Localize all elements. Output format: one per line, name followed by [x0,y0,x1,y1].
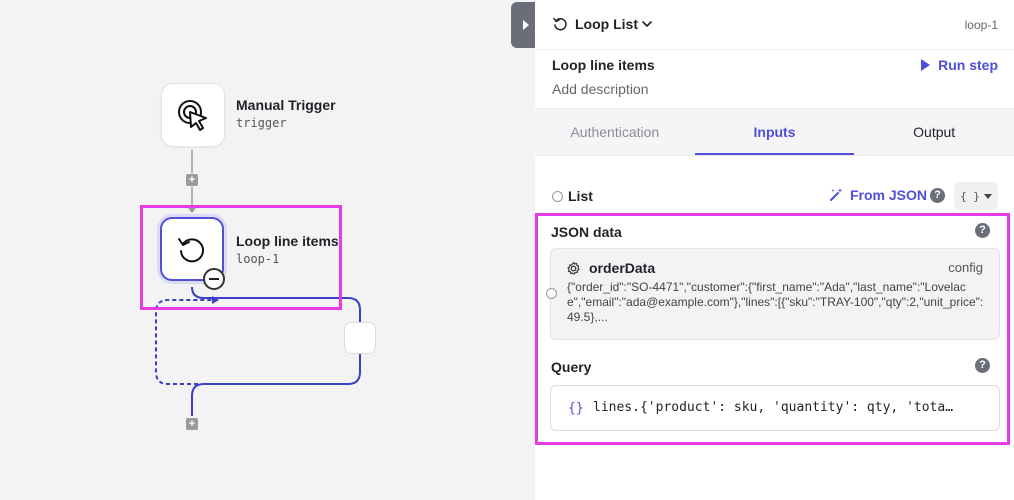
edge-arrowhead [188,208,196,213]
caret-down-icon [983,193,992,199]
loop-icon [553,17,567,31]
chevron-down-icon[interactable] [641,18,653,30]
list-label: List [568,188,593,204]
braces-icon: { } [960,189,980,203]
from-json-label: From JSON [850,187,928,203]
add-step-button[interactable]: + [186,418,198,430]
tab-output[interactable]: Output [854,109,1014,155]
run-step-button[interactable]: Run step [921,57,998,73]
node-title: Loop line items [236,233,339,249]
json-value-preview: {"order_id":"SO-4471","customer":{"first… [567,280,984,324]
list-radio[interactable] [552,191,563,202]
query-label: Query [551,359,592,375]
node-title: Manual Trigger [236,97,336,113]
node-subtitle: loop-1 [236,252,280,266]
query-value: lines.{'product': sku, 'quantity': qty, … [593,400,954,415]
braces-icon: {} [568,401,584,416]
variable-name: orderData [589,260,656,276]
variable-source: config [948,260,983,275]
panel-tabs: Authentication Inputs Output [535,108,1014,156]
json-data-label: JSON data [551,224,622,240]
workflow-canvas[interactable]: Manual Trigger trigger + Loop line items… [0,0,535,500]
run-step-label: Run step [938,57,998,73]
play-icon [921,59,931,71]
json-data-radio[interactable] [546,288,557,299]
step-config-panel: Loop List loop-1 Loop line items Add des… [535,0,1014,500]
description-field[interactable]: Add description [552,81,649,97]
manual-trigger-node[interactable] [161,83,225,147]
from-json-button[interactable]: From JSON [828,187,927,203]
panel-header: Loop List loop-1 [535,0,1014,50]
step-type-title[interactable]: Loop List [575,16,638,32]
help-icon[interactable]: ? [975,223,990,238]
remove-node-button[interactable] [203,268,225,290]
format-dropdown[interactable]: { } [954,182,998,210]
loop-body-placeholder-node[interactable] [344,322,376,354]
gear-icon [567,261,580,275]
step-name[interactable]: Loop line items [552,57,655,73]
help-icon[interactable]: ? [930,188,945,203]
loop-body-edge [191,286,361,416]
loop-icon [178,238,204,263]
help-icon[interactable]: ? [975,358,990,373]
tab-authentication[interactable]: Authentication [535,109,695,155]
workflow-edges [155,150,361,416]
collapse-panel-button[interactable] [511,2,537,48]
node-subtitle: trigger [236,116,287,130]
tab-inputs[interactable]: Inputs [694,109,855,155]
add-step-button[interactable]: + [186,174,198,186]
magic-wand-icon [830,188,843,201]
loop-back-edge [155,299,212,385]
cursor-click-icon [178,100,207,131]
step-id: loop-1 [964,18,998,32]
